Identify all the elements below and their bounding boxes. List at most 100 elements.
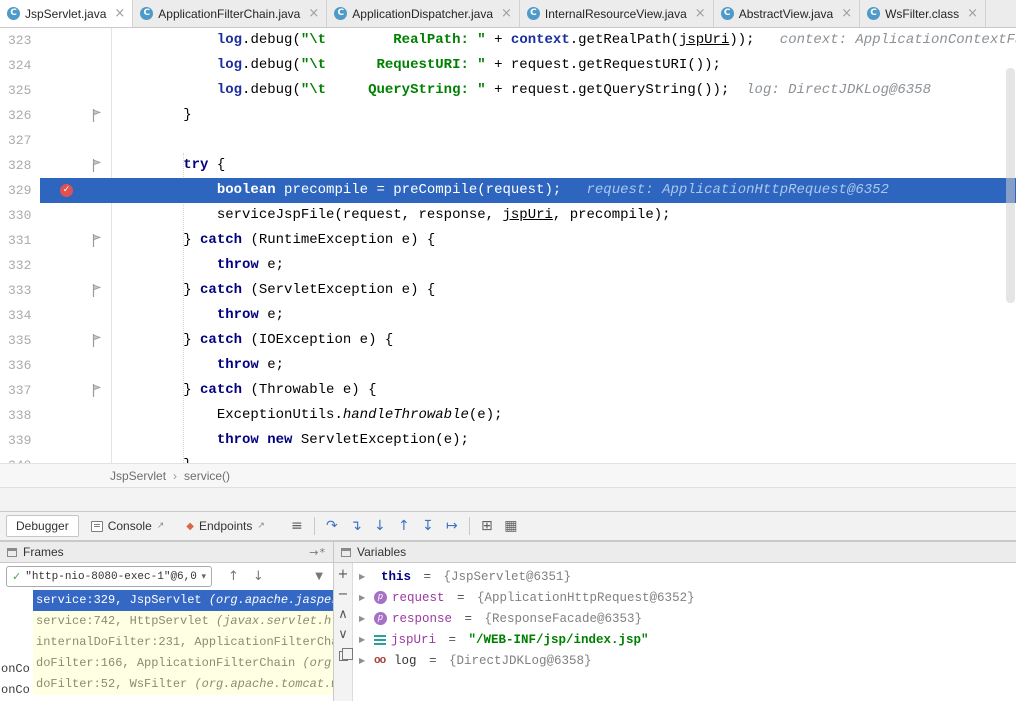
move-down-icon[interactable]: ∨ — [338, 628, 348, 641]
editor-tab[interactable]: JspServlet.java — [0, 0, 133, 27]
frame-row-inset — [0, 611, 33, 632]
tab-close-icon[interactable] — [695, 7, 706, 20]
code-line: 323 log.debug("\t RealPath: " + context.… — [0, 28, 1016, 53]
debug-tab-endpoints[interactable]: Endpoints — [176, 515, 275, 537]
run-to-cursor-icon[interactable]: ↦ — [440, 518, 464, 534]
frames-header-icons[interactable]: →* — [309, 546, 326, 559]
variable-row[interactable]: presponse = {ResponseFacade@6353} — [353, 608, 1016, 629]
frame-row[interactable]: service:329, JspServlet (org.apache.jasp… — [0, 590, 333, 611]
gutter[interactable] — [40, 253, 112, 278]
next-frame-icon[interactable]: ↓ — [253, 569, 264, 584]
code-line: 327 — [0, 128, 1016, 153]
editor-tab[interactable]: InternalResourceView.java — [520, 0, 714, 27]
step-out-icon[interactable]: ↑ — [392, 518, 416, 534]
editor-tab-bar: JspServlet.java ApplicationFilterChain.ja… — [0, 0, 1016, 28]
gutter[interactable] — [40, 153, 112, 178]
frame-location: doFilter:166, ApplicationFilterChain — [36, 656, 302, 670]
tab-label: AbstractView.java — [739, 7, 834, 21]
gutter[interactable] — [40, 278, 112, 303]
breakpoint-icon[interactable] — [60, 184, 73, 197]
evaluate-expression-icon[interactable]: ⊞ — [475, 518, 499, 534]
editor-tab[interactable]: ApplicationFilterChain.java — [133, 0, 327, 27]
debug-tab-console[interactable]: Console — [81, 515, 175, 537]
frame-row[interactable]: doFilter:52, WsFilter (org.apache.tomcat… — [0, 674, 333, 695]
variable-row[interactable]: jspUri = "/WEB-INF/jsp/index.jsp" — [353, 629, 1016, 650]
equals-sign: = — [422, 654, 445, 668]
breadcrumb: JspServlet›service() — [0, 463, 1016, 487]
remove-watch-icon[interactable]: − — [338, 588, 349, 601]
gutter[interactable] — [40, 378, 112, 403]
fold-marker-icon[interactable] — [92, 109, 101, 122]
editor-tab[interactable]: WsFilter.class — [860, 0, 986, 27]
tab-label: JspServlet.java — [25, 7, 106, 21]
debug-tab-debugger[interactable]: Debugger — [6, 515, 79, 537]
editor-tab[interactable]: ApplicationDispatcher.java — [327, 0, 520, 27]
tab-close-icon[interactable] — [114, 7, 125, 20]
dropdown-caret-icon[interactable] — [201, 572, 206, 582]
code-editor[interactable]: 323 log.debug("\t RealPath: " + context.… — [0, 28, 1016, 463]
gutter[interactable] — [40, 28, 112, 53]
frame-row[interactable]: service:742, HttpServlet (javax.servlet.… — [0, 611, 333, 632]
layout-options-icon[interactable]: ≡ — [285, 518, 309, 534]
expand-chevron-icon[interactable] — [359, 572, 369, 581]
code-line: 331 } catch (RuntimeException e) { — [0, 228, 1016, 253]
variable-row[interactable]: prequest = {ApplicationHttpRequest@6352} — [353, 587, 1016, 608]
add-watch-icon[interactable]: + — [338, 568, 349, 581]
variable-name: response — [392, 612, 452, 626]
gutter[interactable] — [40, 128, 112, 153]
thread-selector[interactable]: "http-nio-8080-exec-1"@6,0... — [6, 566, 212, 587]
code-token: boolean — [217, 182, 276, 198]
tab-close-icon[interactable] — [308, 7, 319, 20]
code-line: 324 log.debug("\t RequestURI: " + reques… — [0, 53, 1016, 78]
expand-chevron-icon[interactable] — [359, 614, 369, 623]
gutter[interactable] — [40, 178, 112, 203]
gutter[interactable] — [40, 403, 112, 428]
fold-marker-icon[interactable] — [92, 384, 101, 397]
previous-frame-icon[interactable]: ↑ — [228, 569, 239, 584]
gutter[interactable] — [40, 353, 112, 378]
frame-row-inset — [0, 632, 33, 653]
variable-row[interactable]: this = {JspServlet@6351} — [353, 566, 1016, 587]
move-up-icon[interactable]: ∧ — [338, 608, 348, 621]
gutter[interactable] — [40, 328, 112, 353]
tab-close-icon[interactable] — [967, 7, 978, 20]
frames-icon — [7, 548, 17, 557]
variable-value: {DirectJDKLog@6358} — [449, 654, 592, 668]
step-over-icon[interactable]: ↴ — [344, 518, 368, 534]
duplicate-icon[interactable] — [339, 651, 348, 661]
fold-marker-icon[interactable] — [92, 334, 101, 347]
editor-tab[interactable]: AbstractView.java — [714, 0, 860, 27]
gutter[interactable] — [40, 78, 112, 103]
expand-chevron-icon[interactable] — [359, 635, 369, 644]
layout-settings-icon[interactable]: ▦ — [499, 518, 523, 534]
gutter[interactable] — [40, 103, 112, 128]
breadcrumb-item[interactable]: service() — [184, 469, 230, 483]
tab-close-icon[interactable] — [501, 7, 512, 20]
step-into-icon[interactable]: ↓ — [368, 518, 392, 534]
gutter[interactable] — [40, 228, 112, 253]
frame-row[interactable]: internalDoFilter:231, ApplicationFilterC… — [0, 632, 333, 653]
editor-scrollbar[interactable] — [1006, 68, 1015, 303]
gutter[interactable] — [40, 203, 112, 228]
gutter[interactable] — [40, 303, 112, 328]
gutter[interactable] — [40, 428, 112, 453]
fold-marker-icon[interactable] — [92, 284, 101, 297]
equals-sign: = — [416, 570, 439, 584]
fold-marker-icon[interactable] — [92, 234, 101, 247]
code-token: + — [486, 32, 511, 48]
splitter-band[interactable] — [0, 487, 1016, 511]
gutter[interactable] — [40, 453, 112, 463]
breadcrumb-item[interactable]: JspServlet — [110, 469, 166, 483]
expand-chevron-icon[interactable] — [359, 593, 369, 602]
tab-close-icon[interactable] — [841, 7, 852, 20]
expand-chevron-icon[interactable] — [359, 656, 369, 665]
show-execution-point-icon[interactable]: ↷ — [320, 518, 344, 534]
variable-row[interactable]: oolog = {DirectJDKLog@6358} — [353, 650, 1016, 671]
fold-marker-icon[interactable] — [92, 159, 101, 172]
filter-frames-icon[interactable]: ▼ — [315, 571, 323, 582]
drop-frame-icon[interactable]: ↧ — [416, 518, 440, 534]
indent — [116, 282, 183, 298]
gutter[interactable] — [40, 53, 112, 78]
frame-row[interactable]: doFilter:166, ApplicationFilterChain (or… — [0, 653, 333, 674]
indent — [116, 432, 217, 448]
